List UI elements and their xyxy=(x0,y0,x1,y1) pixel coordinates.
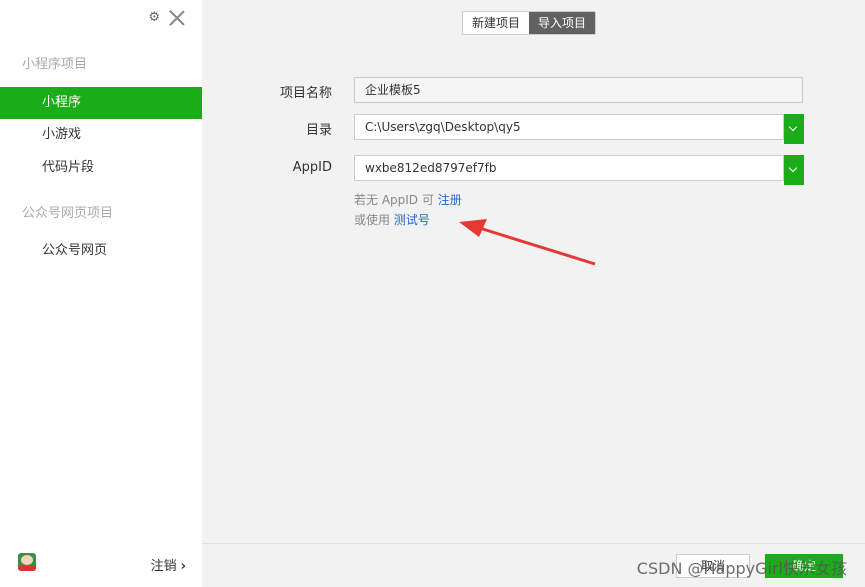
logout-button[interactable]: 注销 › xyxy=(151,555,186,574)
tab-new-project[interactable]: 新建项目 xyxy=(463,12,530,34)
sidebar-item-minigame[interactable]: 小游戏 xyxy=(0,119,202,151)
chevron-right-icon: › xyxy=(180,559,186,574)
register-hint: 若无 AppID 可 注册 xyxy=(354,191,462,208)
project-name-label: 项目名称 xyxy=(279,86,332,101)
section-title-official-account: 公众号网页项目 xyxy=(22,206,114,221)
section-title-miniprogram: 小程序项目 xyxy=(22,57,88,72)
window-controls: ⚙ xyxy=(148,8,186,26)
red-arrow-annotation xyxy=(459,219,596,266)
sidebar-item-miniprogram[interactable]: 小程序 xyxy=(0,87,202,119)
logout-label: 注销 xyxy=(150,559,177,574)
test-account-hint: 或使用 测试号 xyxy=(354,211,430,228)
close-icon[interactable] xyxy=(168,8,186,26)
sidebar: ⚙ 小程序项目 小程序 小游戏 代码片段 公众号网页项目 公众号网页 注销 › xyxy=(0,0,202,587)
chevron-down-icon[interactable] xyxy=(784,155,804,185)
test-account-hint-text: 或使用 xyxy=(354,213,391,227)
directory-field[interactable]: C:\Users\zgq\Desktop\qy5 xyxy=(354,114,804,144)
tab-import-project[interactable]: 导入项目 xyxy=(529,12,596,34)
chevron-down-icon[interactable] xyxy=(784,114,804,144)
register-hint-text: 若无 AppID 可 xyxy=(354,193,434,207)
directory-label: 目录 xyxy=(305,123,332,138)
main-panel: 新建项目 导入项目 项目名称 企业模板5 目录 C:\Users\zgq\Des… xyxy=(202,0,865,587)
sidebar-item-code-snippet[interactable]: 代码片段 xyxy=(0,152,202,184)
project-name-input[interactable]: 企业模板5 xyxy=(354,77,803,103)
appid-value: wxbe812ed8797ef7fb xyxy=(365,161,497,175)
directory-value: C:\Users\zgq\Desktop\qy5 xyxy=(365,120,521,134)
appid-field[interactable]: wxbe812ed8797ef7fb xyxy=(354,155,804,185)
project-tabs: 新建项目 导入项目 xyxy=(462,11,597,35)
sidebar-footer: 注销 › xyxy=(0,543,202,587)
avatar xyxy=(18,553,36,571)
sidebar-item-official-web[interactable]: 公众号网页 xyxy=(0,235,202,267)
gear-icon[interactable]: ⚙ xyxy=(148,10,160,25)
appid-label: AppID xyxy=(292,160,332,175)
watermark: CSDN @HappyGirl快乐女孩 xyxy=(636,559,847,578)
test-account-link[interactable]: 测试号 xyxy=(394,213,430,227)
register-link[interactable]: 注册 xyxy=(438,193,462,207)
